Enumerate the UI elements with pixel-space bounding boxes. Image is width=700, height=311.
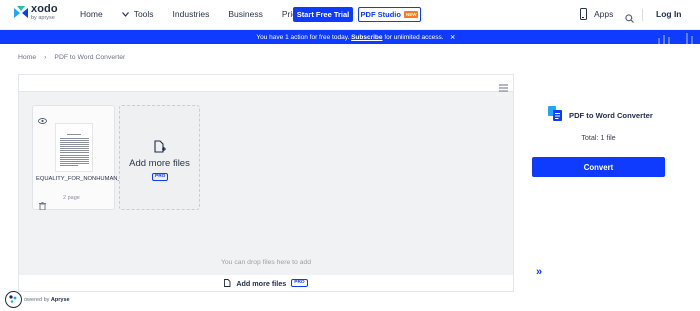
pro-badge: PRO xyxy=(152,173,169,181)
drop-area[interactable]: EQUALITY_FOR_NONHUMAN_ANIMAL.pdf 2 page … xyxy=(19,92,513,275)
trash-icon[interactable] xyxy=(39,197,46,211)
drop-hint: You can drop files here to add xyxy=(220,259,312,266)
add-more-files-button[interactable]: Add more files PRO xyxy=(19,275,513,291)
converter-title: PDF to Word Converter xyxy=(569,111,653,120)
total-files: Total: 1 file xyxy=(581,133,616,142)
pdf-to-word-icon xyxy=(548,106,562,121)
phone-icon xyxy=(580,8,587,20)
footer-add-label: Add more files xyxy=(236,278,287,288)
banner-text-after: for unlimited access. xyxy=(384,33,444,41)
nav-home[interactable]: Home xyxy=(80,9,103,19)
add-file-icon xyxy=(154,140,166,154)
banner-decoration-icon xyxy=(656,32,696,44)
file-workspace: EQUALITY_FOR_NONHUMAN_ANIMAL.pdf 2 page … xyxy=(18,74,514,292)
apps-label: Apps xyxy=(594,9,614,19)
xodo-logo[interactable]: xodo by apryse xyxy=(14,4,58,22)
breadcrumb-current: PDF to Word Converter xyxy=(54,54,126,61)
pro-badge: PRO xyxy=(291,279,308,287)
top-header: xodo by apryse Home Tools Industries Bus… xyxy=(0,0,700,30)
file-thumbnail xyxy=(55,123,93,172)
search-icon[interactable] xyxy=(625,10,634,23)
nav-tools-label: Tools xyxy=(133,9,154,19)
new-badge: NEW xyxy=(403,11,419,18)
list-view-icon[interactable] xyxy=(499,79,508,92)
apps-button[interactable]: Apps xyxy=(580,8,613,20)
workspace-toolbar xyxy=(19,75,513,92)
banner-text-before: You have 1 action for free today. xyxy=(256,33,350,41)
start-free-trial-button[interactable]: Start Free Trial xyxy=(293,7,353,22)
pdf-studio-label: PDF Studio xyxy=(360,10,401,19)
breadcrumb: Home › PDF to Word Converter xyxy=(18,54,125,61)
expand-panel-icon[interactable]: » xyxy=(536,266,542,278)
eye-icon[interactable] xyxy=(38,111,47,124)
banner-close-button[interactable]: × xyxy=(450,32,455,42)
pdf-studio-button[interactable]: PDF Studio NEW xyxy=(358,7,421,22)
logo-name: xodo xyxy=(31,3,58,15)
nav-tools[interactable]: Tools xyxy=(121,9,154,19)
subscribe-link[interactable]: Subscribe xyxy=(351,34,382,41)
chat-widget-icon[interactable] xyxy=(5,291,22,308)
file-name: EQUALITY_FOR_NONHUMAN_ANIMAL.pdf xyxy=(36,176,152,182)
free-action-banner: You have 1 action for free today. Subscr… xyxy=(0,30,700,44)
powered-brand[interactable]: Apryse xyxy=(51,297,70,303)
powered-by: owered by Apryse xyxy=(5,291,70,308)
nav-industries[interactable]: Industries xyxy=(173,9,210,19)
login-link[interactable]: Log In xyxy=(656,9,682,19)
file-page-count: 2 page xyxy=(63,195,80,201)
chevron-down-icon xyxy=(121,10,129,19)
powered-prefix: owered by xyxy=(24,296,50,303)
add-file-icon xyxy=(224,279,231,287)
main-nav: Home Tools Industries Business Pricing xyxy=(80,9,327,19)
breadcrumb-home[interactable]: Home xyxy=(18,54,36,61)
nav-business[interactable]: Business xyxy=(228,9,263,19)
header-divider xyxy=(642,9,643,21)
logo-by: by apryse xyxy=(31,15,55,21)
add-more-files-card[interactable]: Add more files PRO xyxy=(119,105,200,210)
xodo-logo-icon xyxy=(14,6,28,20)
breadcrumb-separator: › xyxy=(44,54,47,61)
file-card[interactable]: EQUALITY_FOR_NONHUMAN_ANIMAL.pdf 2 page xyxy=(32,105,152,211)
convert-button[interactable]: Convert xyxy=(532,157,665,177)
add-more-files-label: Add more files xyxy=(129,158,190,169)
